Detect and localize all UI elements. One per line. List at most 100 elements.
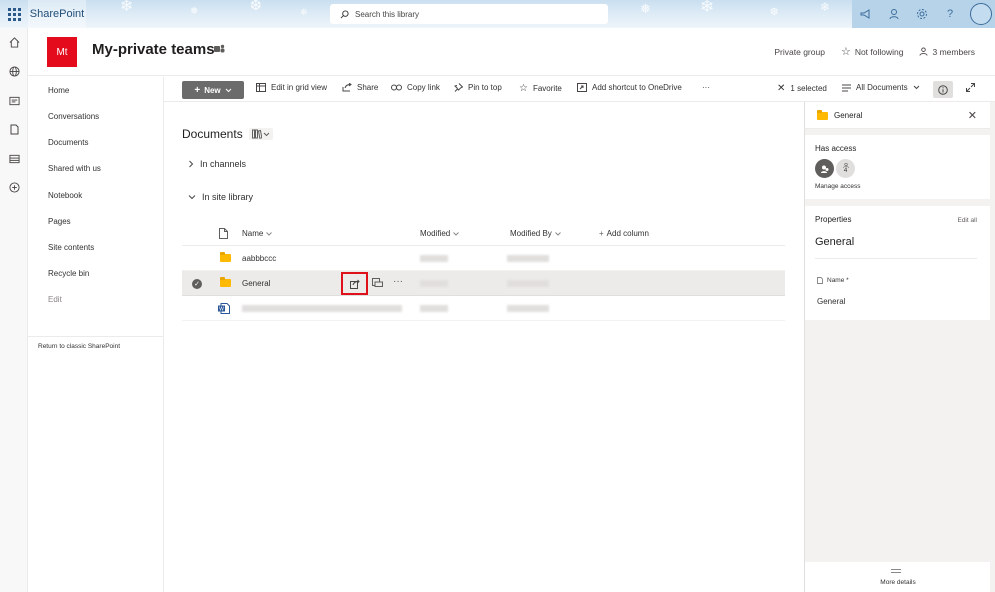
new-button[interactable]: + New (182, 81, 244, 99)
column-header-modified[interactable]: Modified (420, 229, 460, 238)
row-name[interactable]: aabbbccc (242, 254, 276, 263)
column-modified-by-label: Modified By (510, 229, 552, 238)
app-name-link[interactable]: SharePoint (28, 0, 86, 28)
chevron-down-icon (453, 231, 460, 236)
properties-divider (815, 258, 977, 259)
snowflake-decoration: ❅ (190, 6, 199, 17)
classic-sharepoint-link[interactable]: Return to classic SharePoint (38, 343, 120, 350)
redacted-file-name (242, 305, 402, 312)
copy-link-button[interactable]: Copy link (391, 83, 440, 92)
follow-button[interactable]: ☆ Not following (841, 45, 904, 58)
table-row[interactable]: W (182, 296, 785, 321)
section-in-site-library[interactable]: In site library (188, 192, 253, 202)
nav-item-conversations[interactable]: Conversations (48, 112, 99, 121)
details-item-name: General (834, 111, 863, 120)
close-details-button[interactable]: ✕ (968, 109, 977, 122)
library-title[interactable]: Documents (182, 127, 243, 141)
nav-item-notebook[interactable]: Notebook (48, 191, 82, 200)
chevron-down-icon (554, 231, 561, 236)
share-row-button[interactable] (341, 272, 368, 295)
pin-to-top-button[interactable]: Pin to top (454, 83, 502, 92)
more-commands-button[interactable]: ··· (702, 83, 710, 92)
pin-label: Pin to top (468, 83, 502, 92)
favorite-button[interactable]: ☆ Favorite (519, 83, 562, 94)
list-icon[interactable] (0, 144, 28, 173)
teams-icon[interactable] (214, 44, 225, 54)
snowflake-decoration: ❄ (820, 0, 831, 14)
nav-item-pages[interactable]: Pages (48, 217, 71, 226)
follow-label: Not following (854, 46, 904, 57)
view-selector[interactable]: All Documents (842, 83, 920, 92)
add-shortcut-button[interactable]: Add shortcut to OneDrive (577, 83, 682, 92)
checkmark-icon[interactable]: ✓ (192, 279, 202, 289)
folder-icon (220, 252, 231, 262)
selected-count: 1 selected (790, 84, 827, 93)
scrollbar[interactable] (990, 102, 995, 592)
edit-grid-view-button[interactable]: Edit in grid view (256, 83, 327, 92)
svg-text:W: W (219, 307, 224, 313)
manage-access-link[interactable]: Manage access (815, 183, 861, 190)
star-icon: ☆ (519, 83, 528, 94)
handle-icon (891, 569, 901, 570)
members-button[interactable]: 3 members (919, 47, 975, 57)
access-count-badge[interactable]: 4 (836, 159, 855, 178)
add-circle-icon[interactable] (0, 173, 28, 202)
nav-item-home[interactable]: Home (48, 86, 69, 95)
nav-item-site-contents[interactable]: Site contents (48, 243, 94, 252)
site-title[interactable]: My-private teams (92, 41, 215, 58)
app-launcher-button[interactable] (0, 0, 28, 28)
clear-selection-button[interactable]: ✕ 1 selected (777, 83, 827, 94)
person-icon (919, 47, 929, 56)
search-placeholder: Search this library (355, 9, 420, 19)
share-people-icon[interactable] (880, 0, 908, 28)
section-channels-label: In channels (200, 159, 247, 169)
nav-item-documents[interactable]: Documents (48, 138, 88, 147)
add-column-button[interactable]: + Add column (599, 229, 649, 238)
chevron-down-icon (225, 88, 231, 92)
library-icon (251, 129, 262, 139)
has-access-title: Has access (815, 144, 857, 153)
share-button[interactable]: Share (342, 83, 378, 92)
file-icon[interactable] (0, 115, 28, 144)
help-icon[interactable]: ? (936, 0, 964, 28)
edit-all-link[interactable]: Edit all (957, 217, 977, 224)
teams-channel-icon[interactable] (372, 278, 383, 287)
news-icon[interactable] (0, 86, 28, 115)
info-pane-button[interactable] (933, 81, 953, 98)
table-row[interactable]: aabbbccc (182, 246, 785, 271)
add-column-label: Add column (606, 229, 649, 238)
section-in-channels[interactable]: In channels (188, 159, 246, 169)
column-header-name[interactable]: Name (242, 229, 273, 238)
favorite-label: Favorite (532, 84, 562, 93)
globe-icon[interactable] (0, 57, 28, 86)
gear-icon[interactable] (908, 0, 936, 28)
nav-item-recycle-bin[interactable]: Recycle bin (48, 269, 89, 278)
link-icon (391, 84, 402, 91)
column-header-modified-by[interactable]: Modified By (510, 229, 561, 238)
file-type-icon[interactable] (219, 228, 228, 239)
expand-button[interactable] (966, 83, 975, 92)
search-box[interactable]: Search this library (330, 4, 608, 24)
privacy-label: Private group (774, 46, 825, 57)
copy-link-label: Copy link (407, 83, 440, 92)
group-avatar[interactable] (815, 159, 834, 178)
name-field-value[interactable]: General (817, 297, 845, 306)
library-view-switcher[interactable] (248, 128, 273, 140)
nav-item-shared-with-us[interactable]: Shared with us (48, 164, 101, 173)
row-name[interactable]: General (242, 279, 270, 288)
redacted-modified-by (507, 305, 549, 312)
suite-actions: ? (852, 0, 995, 28)
more-actions-icon[interactable]: ··· (393, 276, 403, 287)
pin-icon (454, 83, 463, 92)
more-details-bar[interactable]: More details (805, 562, 991, 592)
avatar[interactable] (970, 3, 992, 25)
plus-icon: + (599, 229, 604, 238)
nav-edit-link[interactable]: Edit (48, 295, 62, 304)
home-icon[interactable] (0, 28, 28, 57)
site-logo[interactable]: Mt (47, 37, 77, 67)
chevron-down-icon (266, 231, 273, 236)
star-icon: ☆ (840, 46, 851, 58)
table-row[interactable]: ✓ General ··· (182, 271, 785, 296)
megaphone-icon[interactable] (852, 0, 880, 28)
shortcut-icon (577, 83, 587, 92)
